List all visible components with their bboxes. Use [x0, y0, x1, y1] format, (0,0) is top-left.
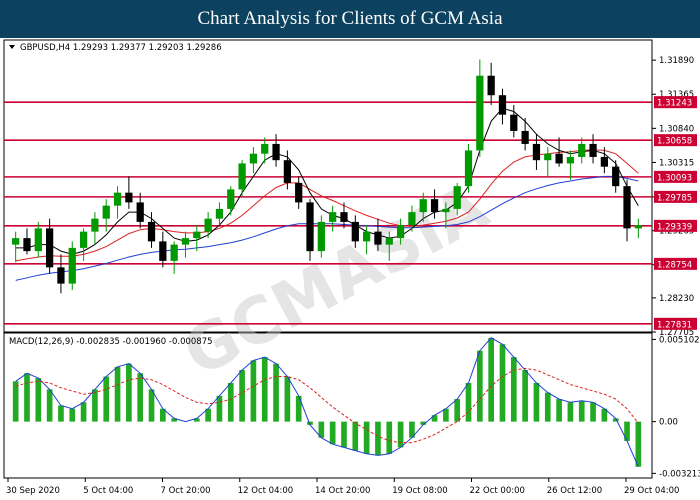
candle-body: [363, 231, 371, 242]
time-tick-label: 7 Oct 20:00: [161, 486, 211, 496]
page-title: Chart Analysis for Clients of GCM Asia: [0, 0, 700, 38]
candle-body: [374, 231, 382, 245]
candle-body: [193, 231, 201, 239]
price-tick-label: 1.28230: [659, 294, 694, 304]
candle-body: [396, 225, 405, 239]
candle-body: [283, 160, 291, 183]
candle-body: [351, 221, 359, 242]
candle-body: [204, 218, 212, 232]
candle-body: [181, 238, 190, 245]
candle-body: [79, 231, 88, 248]
candle-body: [147, 221, 156, 242]
candle-body: [578, 143, 586, 157]
candle-body: [476, 75, 484, 151]
candle-body: [238, 163, 246, 190]
candle-body: [306, 202, 314, 252]
sr-level-label: 1.27831: [657, 320, 692, 330]
macd-tick-label: 0.00: [659, 418, 678, 428]
candle-body: [453, 186, 461, 209]
sr-level-label: 1.30093: [657, 173, 692, 183]
candle-body: [159, 241, 167, 261]
candle-body: [249, 153, 258, 164]
sr-level-label: 1.29339: [657, 222, 692, 232]
candle-body: [68, 247, 76, 284]
candle-body: [261, 143, 269, 154]
sr-level-label: 1.29785: [657, 193, 692, 203]
candle-body: [227, 189, 235, 209]
time-tick-label: 26 Oct 12:00: [547, 486, 602, 496]
time-tick-label: 29 Oct 04:00: [624, 486, 679, 496]
candle-body: [102, 205, 110, 219]
candle-body: [113, 192, 122, 206]
symbol-label: GBPUSD,H4 1.29293 1.29377 1.29203 1.2928…: [20, 43, 222, 53]
candle-body: [566, 156, 575, 164]
candle-body: [555, 153, 563, 164]
price-tick-label: 1.30315: [659, 158, 694, 168]
candle-body: [295, 182, 303, 203]
candle-body: [442, 208, 450, 213]
macd-panel-frame: [3, 332, 653, 479]
time-tick-label: 5 Oct 04:00: [83, 486, 133, 496]
candle-body: [317, 221, 325, 252]
candle-body: [136, 202, 144, 222]
sr-level-label: 1.28754: [657, 260, 692, 270]
time-tick-label: 30 Sep 2020: [6, 486, 60, 496]
time-tick-label: 19 Oct 08:00: [392, 486, 447, 496]
candle-body: [34, 228, 42, 252]
macd-label: MACD(12,26,9) -0.002835 -0.001960 -0.000…: [9, 337, 213, 347]
candle-body: [408, 212, 416, 226]
time-tick-label: 14 Oct 20:00: [315, 486, 370, 496]
candle-body: [634, 225, 642, 229]
candle-body: [521, 130, 529, 144]
price-tick-label: 1.30840: [659, 124, 694, 134]
sr-level-label: 1.30658: [657, 137, 692, 147]
candle-body: [57, 267, 65, 284]
candle-body: [329, 212, 337, 222]
candle-body: [385, 238, 393, 245]
macd-tick-label: -0.003213: [659, 469, 700, 479]
candle-body: [464, 150, 473, 187]
candle-body: [487, 75, 495, 96]
candle-body: [498, 95, 507, 115]
sr-level-label: 1.31243: [657, 99, 692, 109]
candle-body: [532, 143, 541, 161]
candle-body: [340, 212, 348, 222]
time-tick-label: 12 Oct 04:00: [238, 486, 293, 496]
candle-body: [600, 156, 608, 167]
candle-body: [272, 143, 280, 161]
price-tick-label: 1.31890: [659, 56, 694, 66]
candle-body: [589, 143, 597, 157]
candle-body: [215, 208, 224, 219]
candle-body: [23, 238, 31, 252]
candle-body: [544, 153, 552, 161]
time-tick-label: 22 Oct 00:00: [470, 486, 525, 496]
chart-area[interactable]: GCMASIA1.318901.313651.308401.303151.297…: [0, 38, 700, 500]
candle-body: [623, 186, 631, 229]
candle-body: [430, 199, 439, 213]
candle-body: [612, 166, 620, 187]
candle-body: [12, 238, 20, 245]
candle-body: [46, 228, 54, 268]
candle-body: [510, 114, 518, 131]
macd-tick-label: 0.005102: [659, 335, 700, 345]
candle-body: [419, 199, 427, 213]
candle-body: [125, 192, 133, 203]
candle-body: [170, 244, 178, 261]
candle-body: [91, 218, 99, 232]
